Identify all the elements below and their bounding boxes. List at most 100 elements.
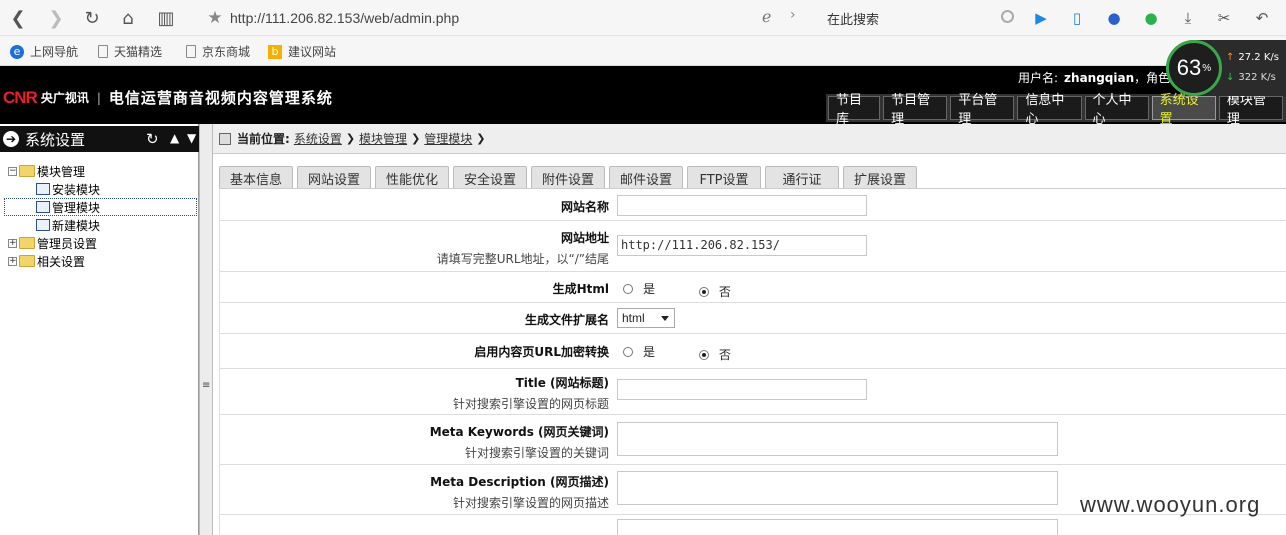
panel-splitter[interactable]: ≡ bbox=[199, 124, 213, 535]
tree-label: 模块管理 bbox=[37, 164, 86, 179]
next-field-input[interactable] bbox=[617, 519, 1058, 535]
label-text: 网站地址 bbox=[560, 231, 609, 245]
gen-html-yes-radio[interactable]: 是 bbox=[623, 280, 655, 297]
tab-attachment[interactable]: 附件设置 bbox=[531, 166, 605, 189]
field-label: 启用内容页URL加密转换 bbox=[474, 343, 609, 360]
search-icon[interactable] bbox=[1001, 10, 1014, 23]
refresh-icon[interactable]: ↻ bbox=[146, 130, 159, 148]
scissors-icon[interactable]: ✂ bbox=[1214, 8, 1234, 28]
breadcrumb-arrow-icon: ❯ bbox=[411, 132, 421, 145]
upload-arrow-icon: ↑ bbox=[1226, 52, 1235, 63]
bookmark-item[interactable]: b 建议网站 bbox=[268, 43, 336, 60]
search-input[interactable]: 在此搜索 bbox=[818, 4, 1018, 32]
collapse-up-icon[interactable]: ▲ bbox=[170, 131, 179, 145]
label-text: 生成文件扩展名 bbox=[524, 313, 609, 327]
video-icon[interactable]: ▶ bbox=[1031, 8, 1051, 28]
expand-down-icon[interactable]: ▼ bbox=[187, 131, 196, 145]
tree-item-manage-module[interactable]: 管理模块 bbox=[4, 198, 197, 216]
title-input[interactable] bbox=[617, 379, 867, 400]
network-speed-widget[interactable]: 63% ↑ 27.2 K/s ↓ 322 K/s bbox=[1166, 40, 1286, 96]
url-encrypt-yes-radio[interactable]: 是 bbox=[623, 343, 655, 360]
phone-icon[interactable]: ▯ bbox=[1067, 8, 1087, 28]
module-icon bbox=[36, 219, 50, 231]
bookmark-item[interactable]: e 上网导航 bbox=[10, 43, 78, 60]
site-name-input[interactable] bbox=[617, 195, 867, 216]
breadcrumb-arrow-icon: ❯ bbox=[476, 132, 486, 145]
bookmark-item[interactable]: 京东商城 bbox=[186, 43, 250, 60]
tree-item-related-settings[interactable]: + 相关设置 bbox=[8, 252, 85, 270]
reload-icon[interactable]: ↻ bbox=[80, 6, 104, 30]
top-nav-item[interactable]: 个人中心 bbox=[1084, 93, 1149, 127]
expand-icon[interactable]: + bbox=[8, 238, 17, 248]
bing-icon: b bbox=[268, 44, 282, 59]
upload-speed: ↑ 27.2 K/s bbox=[1226, 52, 1279, 63]
top-nav-item[interactable]: 信息中心 bbox=[1017, 93, 1082, 127]
splitter-grip-icon[interactable]: ≡ bbox=[202, 380, 210, 391]
favorite-star-icon[interactable]: ★ bbox=[200, 8, 230, 28]
breadcrumb-arrow-icon: ❯ bbox=[345, 132, 356, 145]
row-site-name: 网站名称 bbox=[220, 189, 1286, 221]
label-text: Meta Keywords (网页关键词) bbox=[429, 425, 609, 439]
page-icon bbox=[186, 45, 196, 58]
tab-ftp[interactable]: FTP设置 bbox=[687, 166, 761, 189]
file-ext-select[interactable]: html bbox=[617, 308, 675, 328]
settings-form: 网站名称 网站地址 请填写完整URL地址，以“/”结尾 http://111.20… bbox=[219, 188, 1286, 535]
breadcrumb-link[interactable]: 管理模块 bbox=[424, 130, 472, 147]
upload-unit: K/s bbox=[1263, 52, 1279, 63]
keywords-textarea[interactable] bbox=[617, 422, 1058, 456]
top-nav-item[interactable]: 节目管理 bbox=[883, 93, 948, 127]
site-url-input[interactable]: http://111.206.82.153/ bbox=[617, 235, 867, 256]
gen-html-no-radio[interactable]: 否 bbox=[698, 283, 731, 300]
breadcrumb-link[interactable]: 模块管理 bbox=[359, 130, 407, 147]
bookmark-item[interactable]: 天猫精选 bbox=[98, 43, 162, 60]
download-icon[interactable]: ⤓ bbox=[1178, 8, 1198, 28]
undo-icon[interactable]: ↶ bbox=[1252, 8, 1272, 28]
tab-mail[interactable]: 邮件设置 bbox=[609, 166, 683, 189]
tab-extension[interactable]: 扩展设置 bbox=[843, 166, 917, 189]
reading-mode-icon[interactable]: ▥ bbox=[154, 6, 178, 30]
app-logo: CNR 央广视讯 | 电信运营商音视频内容管理系统 bbox=[3, 87, 333, 108]
download-speed: ↓ 322 K/s bbox=[1226, 72, 1276, 83]
upload-value: 27.2 bbox=[1238, 52, 1261, 63]
app-header: CNR 央广视讯 | 电信运营商音视频内容管理系统 用户名: zhangqian，… bbox=[0, 66, 1286, 127]
tab-passport[interactable]: 通行证 bbox=[765, 166, 839, 189]
label-text: 启用内容页URL加密转换 bbox=[474, 345, 609, 359]
tab-site-settings[interactable]: 网站设置 bbox=[297, 166, 371, 189]
breadcrumb-link[interactable]: 系统设置 bbox=[294, 130, 342, 147]
cnr-logo: CNR bbox=[3, 87, 38, 107]
sidebar-title: 系统设置 bbox=[25, 130, 86, 149]
top-nav-item[interactable]: 平台管理 bbox=[950, 93, 1015, 127]
tree-item-new-module[interactable]: 新建模块 bbox=[36, 216, 100, 234]
page-icon bbox=[98, 45, 108, 58]
back-icon[interactable]: ❮ bbox=[6, 6, 30, 30]
top-nav-item[interactable]: 节目库 bbox=[828, 93, 881, 127]
url-text[interactable]: http://111.206.82.153/web/admin.php bbox=[230, 10, 459, 26]
top-nav-item[interactable]: 模块管理 bbox=[1218, 93, 1283, 127]
radio-checked-icon bbox=[698, 286, 709, 297]
logo-separator: | bbox=[96, 90, 101, 105]
tab-performance[interactable]: 性能优化 bbox=[375, 166, 449, 189]
description-textarea[interactable] bbox=[617, 471, 1058, 505]
download-value: 322 bbox=[1238, 72, 1258, 83]
magnifier-icon[interactable]: ● bbox=[1104, 8, 1124, 28]
tab-security[interactable]: 安全设置 bbox=[453, 166, 527, 189]
ie-engine-icon[interactable]: ℯ bbox=[762, 7, 771, 26]
tree-item-module-management[interactable]: − 模块管理 bbox=[8, 162, 85, 180]
top-nav-item[interactable]: 系统设置 bbox=[1151, 93, 1216, 127]
home-icon[interactable]: ⌂ bbox=[116, 6, 140, 30]
wechat-icon[interactable]: ● bbox=[1141, 8, 1161, 28]
hint-text: 针对搜索引擎设置的关键词 bbox=[464, 446, 609, 460]
chevron-right-icon[interactable]: › bbox=[790, 7, 796, 23]
tree-item-admin-settings[interactable]: + 管理员设置 bbox=[8, 234, 97, 252]
address-bar[interactable]: ★ http://111.206.82.153/web/admin.php ℯ … bbox=[200, 4, 810, 32]
url-encrypt-no-radio[interactable]: 否 bbox=[698, 346, 731, 363]
ie-icon: e bbox=[10, 44, 24, 59]
tree-item-install-module[interactable]: 安装模块 bbox=[36, 180, 100, 198]
sidebar: ➔ 系统设置 ↻ ▲ ▼ − 模块管理 安装模块 管理模块 新建模块 + 管理员设置… bbox=[0, 124, 208, 535]
collapse-icon[interactable]: − bbox=[8, 166, 17, 176]
label-text: Title (网站标题) bbox=[515, 376, 609, 390]
forward-icon[interactable]: ❯ bbox=[44, 6, 68, 30]
tab-basic-info[interactable]: 基本信息 bbox=[219, 166, 293, 189]
expand-icon[interactable]: + bbox=[8, 256, 17, 266]
row-url-encrypt: 启用内容页URL加密转换 是 否 bbox=[220, 334, 1286, 369]
